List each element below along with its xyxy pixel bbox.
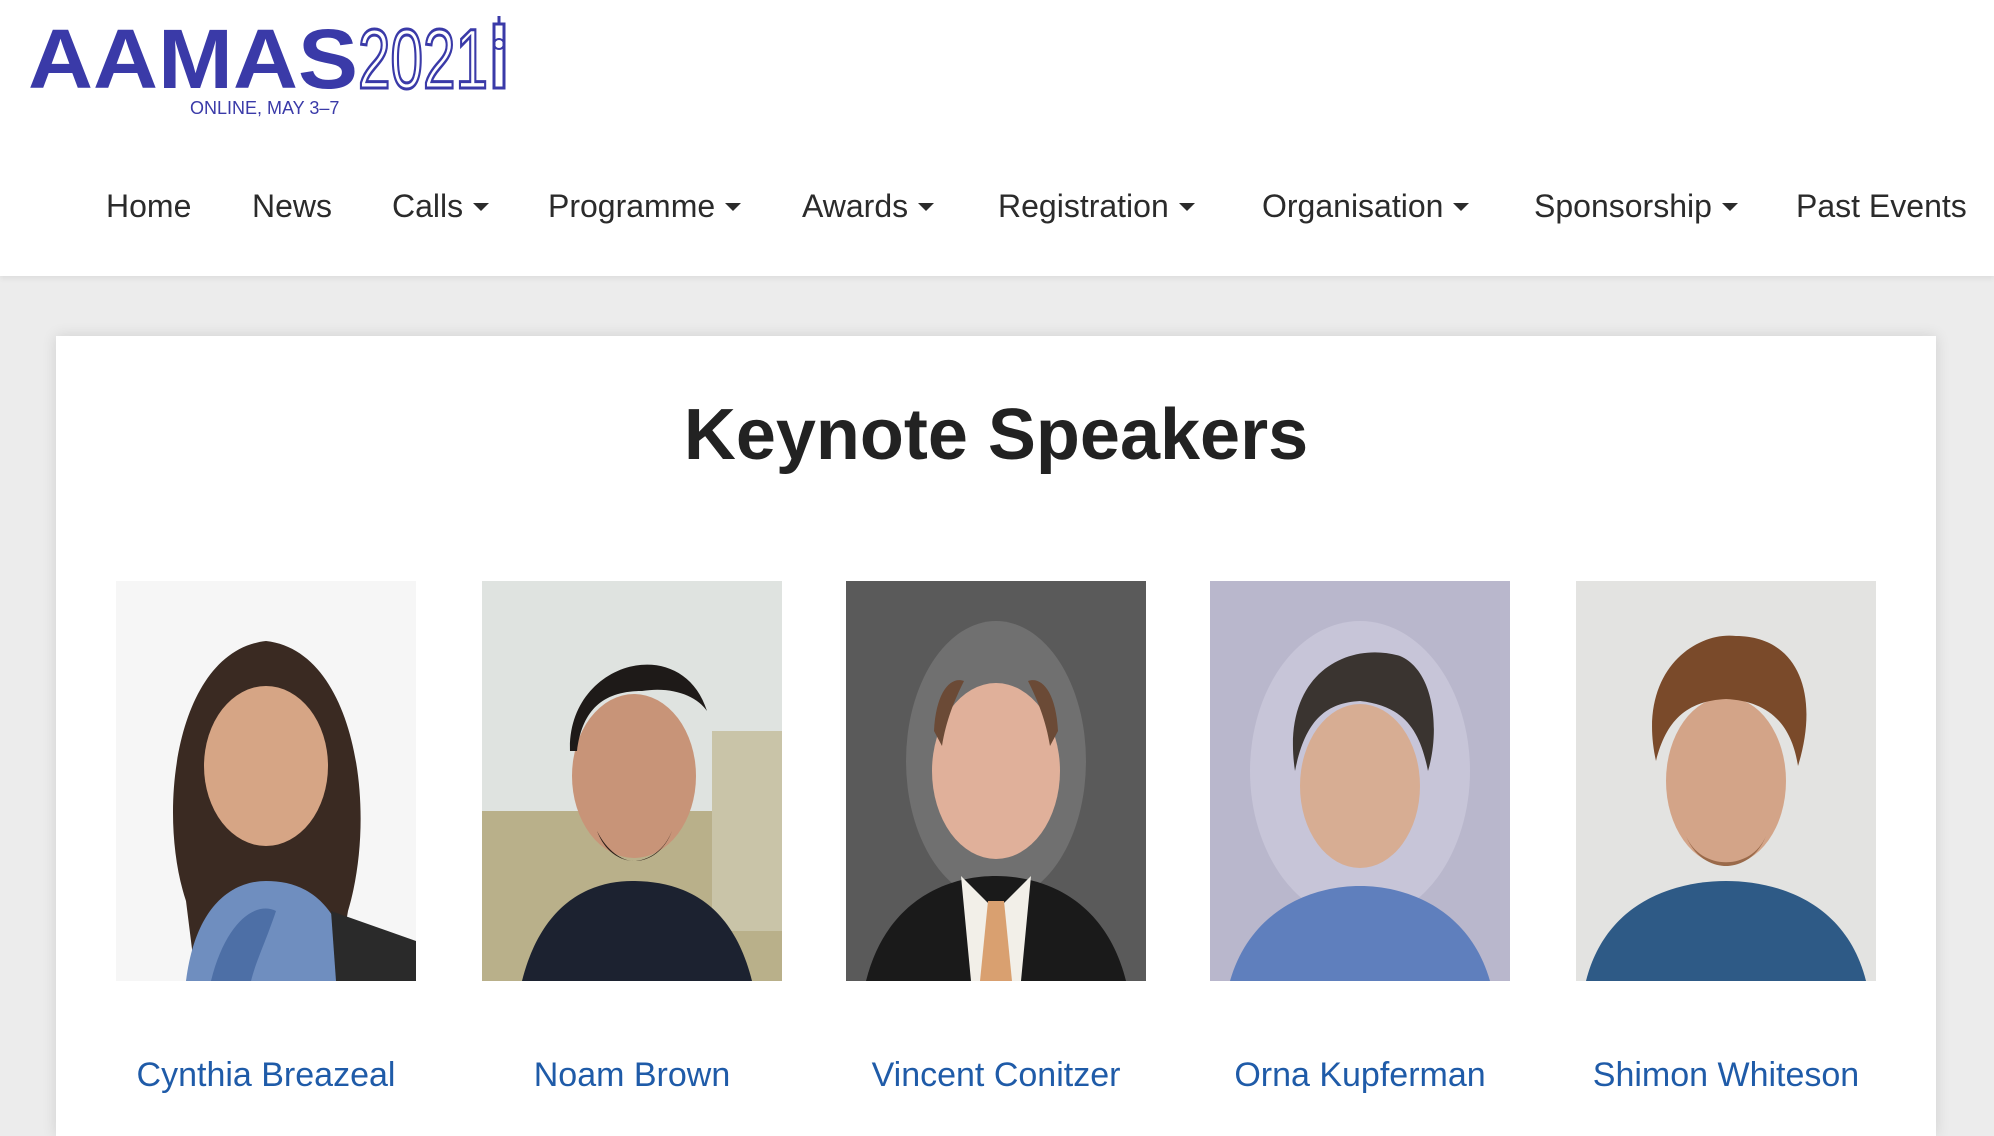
nav-sponsorship-label: Sponsorship: [1534, 188, 1712, 224]
speaker-link-noam-brown[interactable]: Noam Brown: [442, 1056, 822, 1095]
nav-calls-label: Calls: [392, 188, 464, 224]
keynote-card: Keynote Speakers Cynthia Breazeal Noam B…: [56, 336, 1936, 1136]
nav-awards[interactable]: Awards: [802, 178, 935, 234]
nav-registration[interactable]: Registration: [998, 178, 1195, 234]
nav-organisation[interactable]: Organisation: [1262, 178, 1470, 234]
nav-awards-label: Awards: [802, 188, 909, 224]
nav-past-events-label: Past Events: [1796, 188, 1967, 224]
speaker-photo-orna-kupferman[interactable]: [1210, 581, 1510, 981]
nav-calls[interactable]: Calls: [392, 178, 490, 234]
nav-news-label: News: [252, 188, 333, 224]
svg-text:2021: 2021: [358, 16, 488, 106]
nav-past-events[interactable]: Past Events: [1796, 178, 1967, 234]
nav-programme[interactable]: Programme: [548, 178, 742, 234]
speaker-link-shimon-whiteson[interactable]: Shimon Whiteson: [1536, 1056, 1916, 1095]
nav-registration-label: Registration: [998, 188, 1169, 224]
caret-down-icon: [1721, 202, 1738, 211]
svg-text:ONLINE, MAY 3–7: ONLINE, MAY 3–7: [190, 98, 339, 118]
nav-home-label: Home: [106, 188, 192, 224]
caret-down-icon: [1178, 202, 1195, 211]
nav-home[interactable]: Home: [106, 178, 191, 234]
nav-organisation-label: Organisation: [1262, 188, 1444, 224]
speaker-photo-cynthia-breazeal[interactable]: [116, 581, 416, 981]
nav-news[interactable]: News: [252, 178, 332, 234]
svg-text:AAMAS: AAMAS: [28, 16, 358, 106]
speaker-photo-shimon-whiteson[interactable]: [1576, 581, 1876, 981]
nav-sponsorship[interactable]: Sponsorship: [1534, 178, 1738, 234]
speaker-link-vincent-conitzer[interactable]: Vincent Conitzer: [806, 1056, 1186, 1095]
caret-down-icon: [1453, 202, 1470, 211]
caret-down-icon: [918, 202, 935, 211]
speaker-photo-noam-brown[interactable]: [482, 581, 782, 981]
aamas-logo[interactable]: AAMAS 2021 ONLINE, MAY 3–7: [28, 16, 518, 120]
caret-down-icon: [473, 202, 490, 211]
main-nav: Home News Calls Programme Awards Registr…: [0, 178, 1994, 234]
caret-down-icon: [725, 202, 742, 211]
speaker-photo-vincent-conitzer[interactable]: [846, 581, 1146, 981]
speaker-link-cynthia-breazeal[interactable]: Cynthia Breazeal: [76, 1056, 456, 1095]
nav-programme-label: Programme: [548, 188, 716, 224]
page-title: Keynote Speakers: [683, 395, 1309, 475]
speaker-link-orna-kupferman[interactable]: Orna Kupferman: [1170, 1056, 1550, 1095]
site-header: AAMAS 2021 ONLINE, MAY 3–7 Home News Cal…: [0, 0, 1994, 276]
